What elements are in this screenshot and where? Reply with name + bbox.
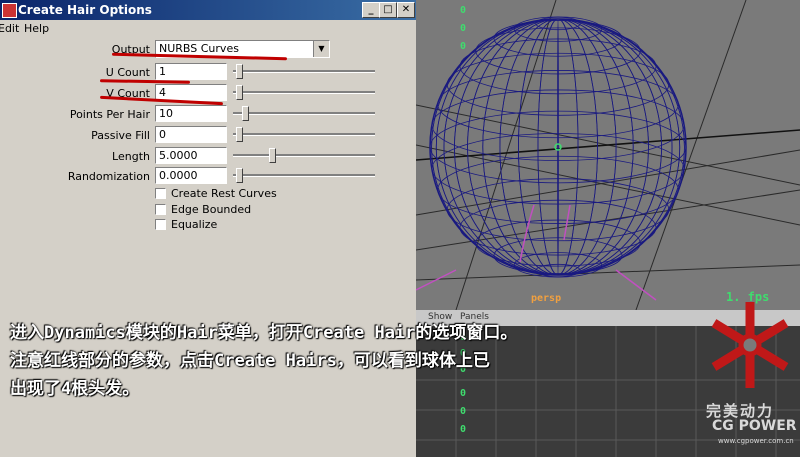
logo-url: www.cgpower.com.cn [718,437,794,445]
passive-fill-label: Passive Fill [91,129,150,142]
sphere-longitude [435,18,681,276]
sphere-longitude [443,18,673,276]
chevron-down-icon[interactable]: ▼ [313,41,329,57]
logo-name-en: CG POWER [712,418,797,434]
sphere-latitude [459,38,657,95]
sphere-longitude [557,18,559,276]
slider-thumb[interactable] [236,85,243,100]
output-value: NURBS Curves [159,42,239,55]
sphere-longitude [454,18,662,276]
sphere-longitude [499,18,617,276]
length-slider[interactable] [233,146,375,164]
randomization-label: Randomization [67,170,150,183]
checkbox-box[interactable] [155,204,166,215]
hud-number: 0 [460,5,467,16]
slider-thumb[interactable] [236,127,243,142]
slider-thumb[interactable] [236,64,243,79]
create-rest-curves-label: Create Rest Curves [171,187,277,200]
hair-curve [615,269,657,301]
sphere-longitude [435,18,681,276]
sphere-latitude [475,219,641,267]
sphere-longitude [482,18,634,276]
hud-number: 0 [460,406,467,417]
u-count-slider[interactable] [233,62,375,80]
hud-number: 0 [460,23,467,34]
menu-help[interactable]: Help [24,22,49,35]
hud-number: 0 [460,41,467,52]
hud-number: 0 [460,424,467,435]
slider-thumb[interactable] [242,106,249,121]
edge-bounded-label: Edge Bounded [171,203,252,216]
slider-thumb[interactable] [269,148,276,163]
viewport-scene [416,0,800,310]
sphere-longitude [482,18,634,276]
sphere-longitude [499,18,617,276]
annotation-underline [99,79,191,84]
length-label: Length [112,150,150,163]
caption-line-2: 注意红线部分的参数，点击Create Hairs，可以看到球体上已 [10,351,490,371]
caption-line-3: 出现了4根头发。 [10,379,140,399]
points-per-hair-field[interactable]: 10 [155,105,227,122]
sphere-longitude [431,18,685,276]
hud-number: 0 [460,388,467,399]
sphere-longitude [467,18,649,276]
menu-bar: Edit Help [0,20,416,38]
sphere-longitude [431,18,685,276]
passive-fill-slider[interactable] [233,125,375,143]
points-per-hair-slider[interactable] [233,104,375,122]
sphere-latitude [475,27,641,75]
persp-viewport[interactable]: 0 0 0 persp 1. fps [416,0,800,310]
close-button[interactable]: ✕ [397,2,415,18]
length-field[interactable]: 5.0000 [155,147,227,164]
equalize-label: Equalize [171,218,218,231]
sphere-longitude [537,18,579,276]
u-count-field[interactable]: 1 [155,63,227,80]
maximize-button[interactable]: □ [379,2,397,18]
sphere-outline [429,18,687,276]
sphere-longitude [454,18,662,276]
title-bar[interactable]: Create Hair Options _ □ ✕ [0,0,416,20]
sphere-longitude [443,18,673,276]
sphere-longitude [429,18,687,276]
window-title: Create Hair Options [18,3,152,17]
wireframe-sphere [429,16,687,278]
sphere-latitude [493,237,623,274]
sphere-latitude [493,20,623,57]
randomization-field[interactable]: 0.0000 [155,167,227,184]
app-icon [2,3,17,18]
sphere-longitude [467,18,649,276]
v-count-slider[interactable] [233,83,375,101]
passive-fill-field[interactable]: 0 [155,126,227,143]
slider-thumb[interactable] [236,168,243,183]
randomization-slider[interactable] [233,166,375,184]
checkbox-box[interactable] [155,188,166,199]
points-per-hair-label: Points Per Hair [69,108,150,121]
hair-curve [563,204,571,241]
minimize-button[interactable]: _ [362,2,380,18]
u-count-label: U Count [105,66,150,79]
checkbox-box[interactable] [155,219,166,230]
sphere-latitude [429,110,687,184]
camera-label: persp [531,293,562,304]
caption-line-1: 进入Dynamics模块的Hair菜单，打开Create Hair的选项窗口。 [10,323,518,343]
menu-edit[interactable]: Edit [0,22,19,35]
